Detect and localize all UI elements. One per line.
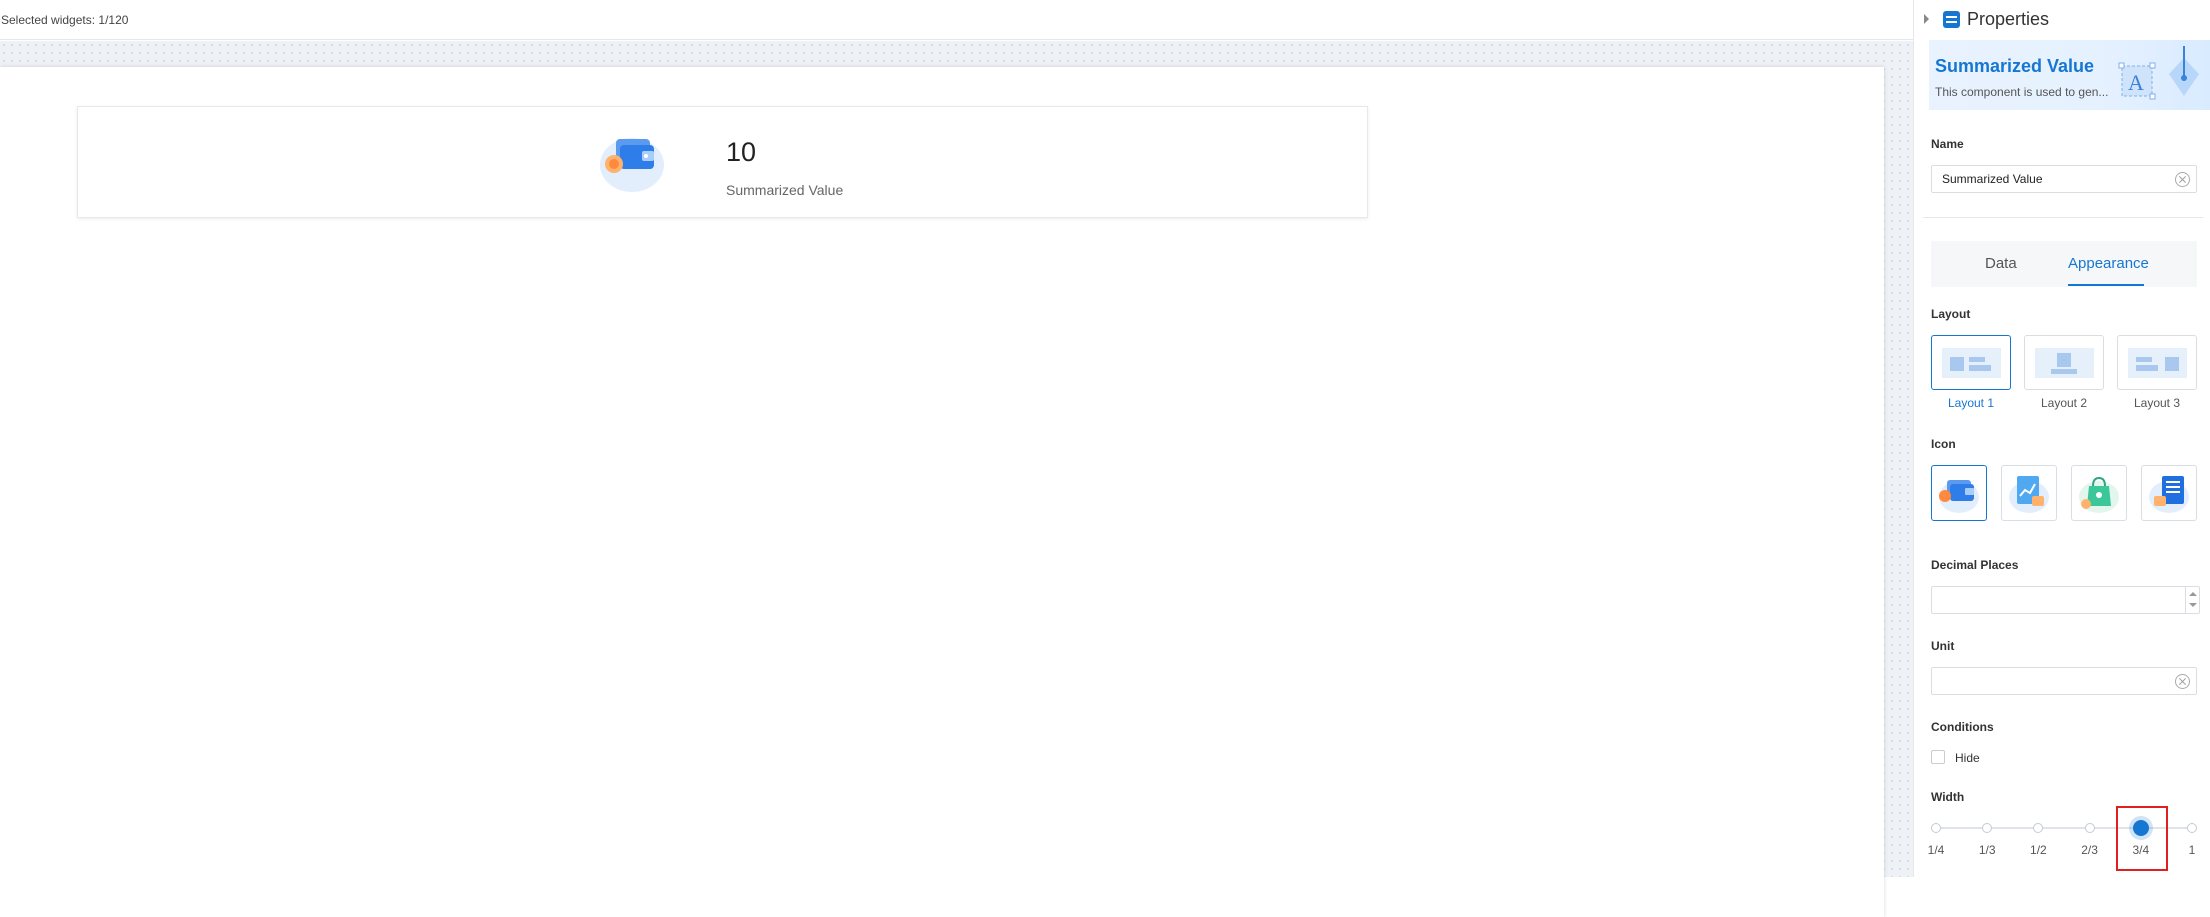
decimal-places-label: Decimal Places [1931, 558, 2019, 572]
width-stop-1-3[interactable] [1982, 823, 1993, 833]
width-stop-1[interactable] [2187, 823, 2197, 833]
properties-icon [1943, 11, 1960, 28]
icon-option-document-list[interactable] [2141, 465, 2197, 521]
section-divider [1923, 217, 2203, 218]
wallet-icon [1939, 480, 1979, 513]
wallet-icon [598, 131, 666, 193]
decimal-places-input[interactable] [1931, 586, 2200, 614]
unit-label: Unit [1931, 639, 1955, 653]
property-tabs: Data Appearance [1931, 241, 2197, 287]
icon-option-chart-doc[interactable] [2001, 465, 2057, 521]
svg-text:A: A [2128, 70, 2144, 95]
document-list-icon [2149, 476, 2189, 513]
conditions-label: Conditions [1931, 720, 1994, 734]
tab-appearance[interactable]: Appearance [2068, 255, 2149, 272]
properties-header: Properties [1914, 0, 2210, 40]
selection-highlight [2116, 806, 2168, 871]
width-stop-label: 1/3 [1978, 843, 1996, 857]
layout-option-1-label: Layout 1 [1947, 396, 1995, 410]
width-label: Width [1931, 790, 1965, 804]
icon-option-shopping-bag[interactable] [2071, 465, 2127, 521]
top-toolbar: Selected widgets: 1/120 [0, 0, 1913, 40]
layout-option-2-label: Layout 2 [2040, 396, 2088, 410]
width-stop-1-4[interactable] [1931, 823, 1941, 833]
icon-label: Icon [1931, 437, 1956, 451]
number-stepper-icon[interactable] [2185, 587, 2199, 613]
active-tab-indicator [2068, 284, 2144, 286]
name-field[interactable]: Summarized Value [1931, 165, 2197, 193]
clear-icon[interactable] [2175, 674, 2190, 689]
selected-widgets-count: Selected widgets: 1/120 [1, 13, 129, 27]
shopping-bag-icon [2079, 476, 2119, 513]
canvas-area: 10 Summarized Value [0, 41, 1913, 917]
name-value: Summarized Value [1942, 172, 2043, 186]
layout-option-3-label: Layout 3 [2133, 396, 2181, 410]
summarized-value-widget[interactable]: 10 Summarized Value [77, 106, 1368, 218]
properties-title: Properties [1967, 9, 2050, 29]
width-stop-label: 1/2 [2030, 843, 2047, 857]
width-stop-1-2[interactable] [2033, 823, 2044, 833]
hide-label: Hide [1955, 751, 1980, 765]
name-label: Name [1931, 137, 1964, 151]
layout-option-1[interactable] [1931, 335, 2011, 390]
width-stop-label: 2/3 [2081, 843, 2098, 857]
text-illustration-icon: A [2118, 46, 2199, 100]
collapse-caret-icon[interactable] [1924, 14, 1929, 24]
widget-label: Summarized Value [726, 182, 844, 198]
tab-data[interactable]: Data [1985, 255, 2017, 272]
layout-label: Layout [1931, 307, 1971, 321]
banner-description: This component is used to gen... [1935, 85, 2109, 99]
layout-option-2[interactable] [2024, 335, 2104, 390]
clear-icon[interactable] [2175, 172, 2190, 187]
icon-option-wallet[interactable] [1931, 465, 1987, 521]
layout-option-3[interactable] [2117, 335, 2197, 390]
unit-input[interactable] [1931, 667, 2197, 695]
width-stop-label: 1/4 [1927, 843, 1945, 857]
width-stop-2-3[interactable] [2084, 823, 2095, 833]
properties-panel: Properties Summarized Value This compone… [1913, 0, 2210, 877]
dashboard-page: 10 Summarized Value [0, 67, 1884, 917]
component-banner: Summarized Value This component is used … [1929, 40, 2210, 110]
chart-document-icon [2009, 476, 2049, 513]
banner-title: Summarized Value [1935, 56, 2095, 76]
width-stop-label: 1 [2188, 843, 2196, 857]
widget-value: 10 [726, 137, 757, 167]
hide-checkbox[interactable] [1931, 750, 1945, 764]
